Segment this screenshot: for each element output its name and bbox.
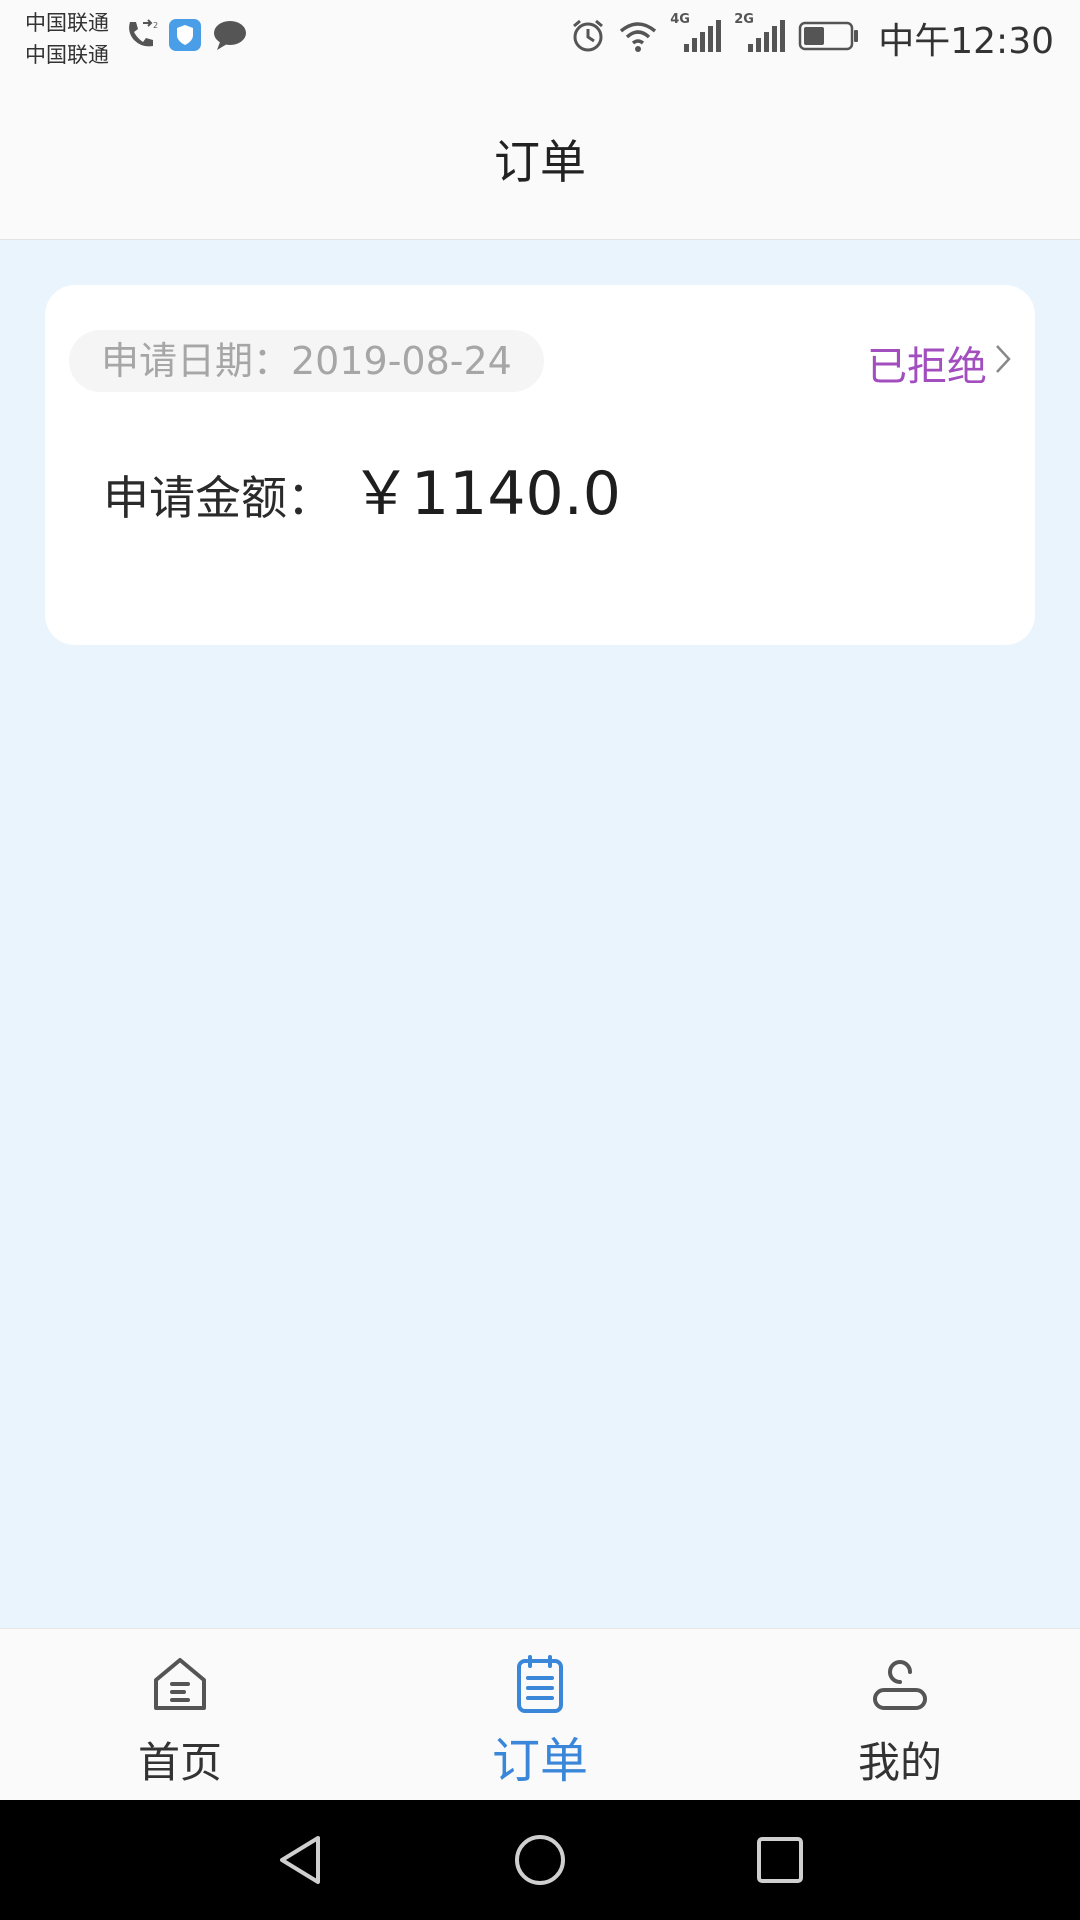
signal-4g-icon: 4G	[670, 12, 722, 58]
profile-icon	[870, 1654, 930, 1714]
system-status-icons: 4G 2G 中午12:30	[570, 12, 1054, 62]
order-list-icon	[510, 1654, 570, 1714]
system-navigation-bar	[0, 1800, 1080, 1920]
page-title: 订单	[494, 135, 586, 189]
network-type-2: 2G	[734, 12, 754, 27]
tab-home[interactable]: 首页	[60, 1629, 300, 1801]
order-status-link[interactable]: 已拒绝	[867, 333, 1013, 393]
alarm-icon	[570, 18, 606, 58]
home-icon	[150, 1654, 210, 1714]
tab-orders[interactable]: 订单	[420, 1629, 660, 1801]
bottom-tab-bar: 首页 订单 我的	[0, 1628, 1080, 1800]
shield-app-icon	[168, 18, 202, 56]
amount-value: ￥1140.0	[351, 459, 621, 529]
carrier-2: 中国联通	[25, 43, 109, 67]
tab-profile-label: 我的	[857, 1738, 942, 1787]
page-header: 订单	[0, 78, 1080, 240]
call-forward-icon: 2	[124, 18, 158, 56]
tab-orders-label: 订单	[491, 1733, 588, 1789]
order-card[interactable]: 申请日期：2019-08-24 已拒绝 申请金额： ￥1140.0	[45, 285, 1035, 645]
notification-icons: 2	[124, 18, 248, 56]
apply-date-badge: 申请日期：2019-08-24	[69, 330, 544, 392]
amount-row: 申请金额： ￥1140.0	[103, 445, 621, 532]
svg-text:2: 2	[153, 21, 158, 30]
back-icon[interactable]	[270, 1830, 330, 1890]
network-type-1: 4G	[670, 12, 690, 27]
status-bar: 中国联通 中国联通 2 4G 2G 中午12:30	[0, 0, 1080, 78]
home-circle-icon[interactable]	[510, 1830, 570, 1890]
tab-home-label: 首页	[137, 1738, 222, 1787]
signal-2g-icon: 2G	[734, 12, 786, 58]
carrier-1: 中国联通	[25, 11, 109, 35]
chat-bubble-icon	[212, 18, 248, 56]
amount-label: 申请金额：	[103, 471, 333, 525]
recents-icon[interactable]	[750, 1830, 810, 1890]
chevron-right-icon	[993, 340, 1013, 386]
carrier-info: 中国联通 中国联通	[25, 7, 109, 71]
status-time: 中午12:30	[878, 21, 1054, 62]
wifi-icon	[618, 19, 658, 57]
tab-profile[interactable]: 我的	[780, 1629, 1020, 1801]
order-status-label: 已拒绝	[867, 344, 987, 390]
battery-icon	[798, 21, 860, 55]
